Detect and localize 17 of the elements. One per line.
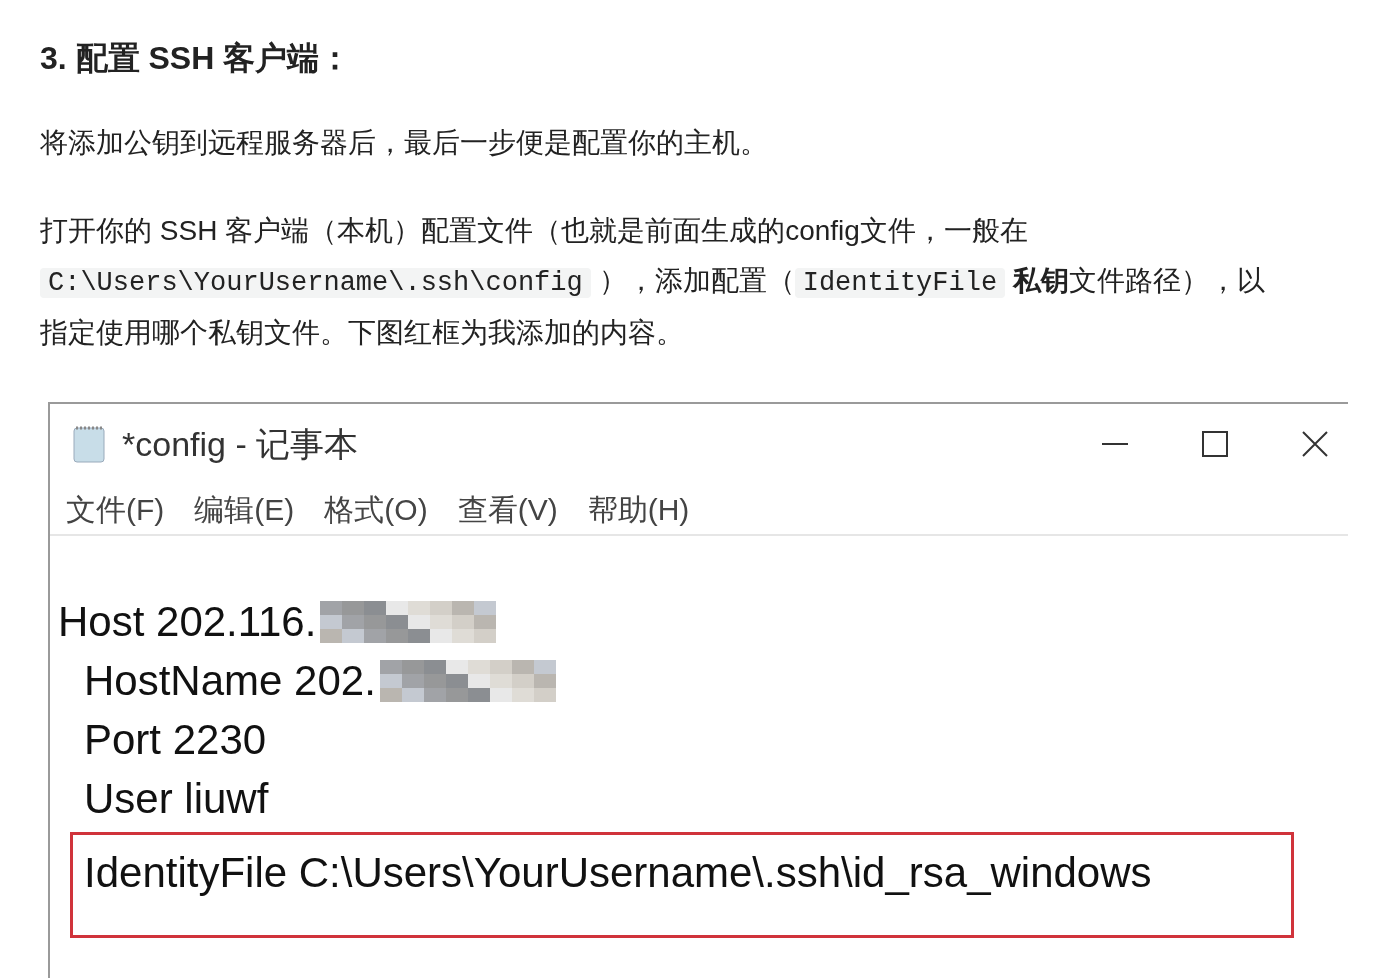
paragraph: 将添加公钥到远程服务器后，最后一步便是配置你的主机。 [40, 126, 769, 160]
menu-item[interactable]: 查看(V) [457, 486, 558, 532]
config-line: Host 202.116. [58, 596, 317, 647]
menu-item[interactable]: 格式(O) [324, 486, 428, 532]
config-line: HostName 202. [84, 655, 376, 706]
section-heading: 3. 配置 SSH 客户端： [40, 39, 353, 78]
notepad-icon [70, 424, 108, 464]
menu-item[interactable]: 编辑(E) [194, 486, 295, 532]
menu-item[interactable]: 文件(F) [66, 486, 165, 532]
paragraph: 打开你的 SSH 客户端（本机）配置文件（也就是前面生成的config文件，一般在 C:\Users\YourUsername\.ssh\config ），添加配置（ IdentityFile 私钥文件路径），以指定使用哪个私钥文件。下图红框为我添加的内容。 [40, 214, 1267, 350]
menu-item[interactable]: 帮助(H) [587, 486, 690, 532]
config-line: IdentityFile C:\Users\YourUsername\.ssh\id_rsa_windows [84, 848, 1152, 898]
window-title: *config - 记事本 [122, 423, 359, 465]
maximize-icon[interactable] [1200, 429, 1230, 459]
config-line: User liuwf [84, 773, 269, 824]
close-icon[interactable] [1300, 429, 1330, 459]
config-line: Port 2230 [84, 714, 267, 765]
